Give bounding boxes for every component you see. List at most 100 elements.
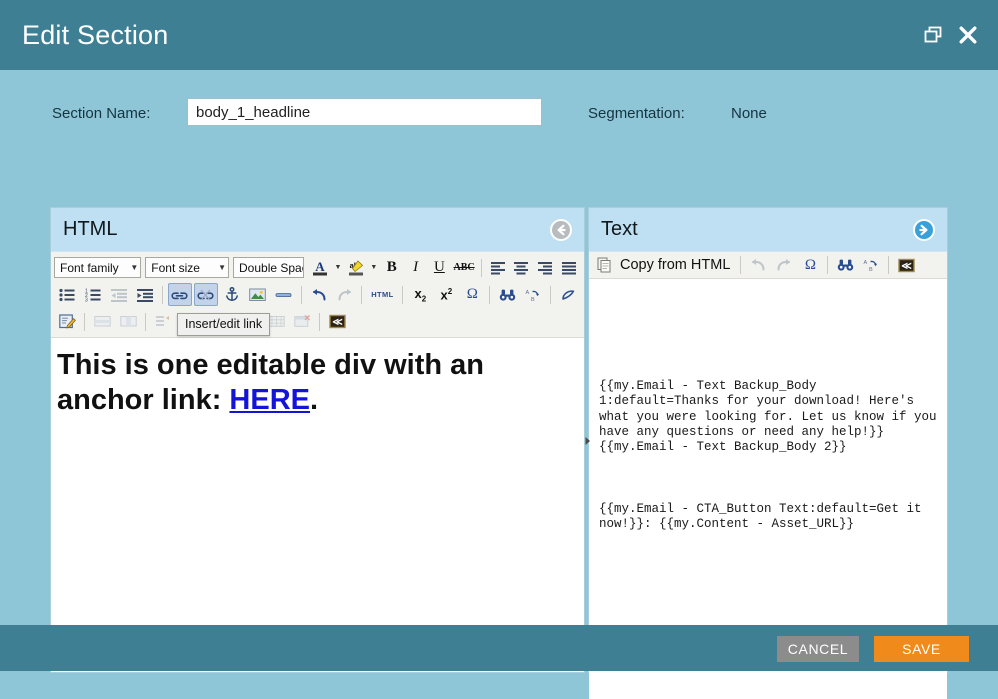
svg-text:3: 3 (85, 297, 88, 301)
find-replace-icon[interactable]: A B (521, 283, 545, 306)
align-left-button[interactable] (487, 256, 509, 279)
superscript-button[interactable]: x2 (434, 283, 458, 306)
html-content-line2-suffix: . (310, 384, 319, 417)
toolbar-separator (827, 256, 829, 274)
text-panel-title: Text (601, 218, 638, 240)
text-paragraph-2: {{my.Email - CTA_Button Text:default=Get… (599, 501, 930, 532)
copy-icon[interactable] (593, 254, 617, 277)
binoculars-icon[interactable] (495, 283, 519, 306)
outdent-button[interactable] (107, 283, 131, 306)
unlink-button[interactable] (193, 283, 218, 306)
numbered-list-button[interactable]: 1 2 3 (81, 283, 105, 306)
section-name-row: Section Name: Segmentation: None (0, 94, 998, 134)
toolbar-separator (319, 312, 320, 331)
section-name-label: Section Name: (52, 105, 151, 122)
toolbar-separator (145, 312, 146, 331)
edit-note-icon[interactable] (55, 310, 79, 333)
text-color-button[interactable]: A (309, 256, 331, 279)
svg-text:A: A (315, 259, 325, 274)
italic-button[interactable]: I (405, 256, 427, 279)
table-cell-icon[interactable] (116, 310, 140, 333)
restore-window-icon[interactable] (924, 26, 944, 44)
insert-image-icon[interactable] (246, 283, 270, 306)
segmentation-label: Segmentation: (588, 105, 685, 122)
html-editor-content[interactable]: This is one editable div with an anchor … (51, 338, 584, 648)
horizontal-rule-icon[interactable] (272, 283, 296, 306)
remove-formatting-eraser-icon[interactable] (556, 283, 580, 306)
here-anchor-link[interactable]: HERE (229, 384, 310, 416)
chevron-down-icon: ▼ (218, 263, 226, 272)
arrow-left-circle-icon[interactable] (550, 218, 572, 241)
bullet-list-button[interactable] (55, 283, 79, 306)
html-panel-header: HTML (51, 208, 584, 252)
copy-from-html-label[interactable]: Copy from HTML (620, 257, 730, 273)
html-content-line1: This is one editable div with an (57, 349, 485, 381)
background-color-button[interactable]: ab (345, 256, 367, 279)
window-controls (924, 25, 978, 45)
redo-button[interactable] (772, 254, 796, 277)
segmentation-value[interactable]: None (731, 105, 767, 122)
line-spacing-select[interactable]: Double Space ▼ (233, 257, 305, 278)
align-justify-button[interactable] (558, 256, 580, 279)
special-character-button[interactable]: Ω (798, 254, 822, 277)
bold-button[interactable]: B (381, 256, 403, 279)
text-editor-toolbar: Copy from HTML Ω A B ≪ (589, 252, 947, 279)
close-icon[interactable] (958, 25, 978, 45)
toolbar-separator (480, 258, 482, 277)
strikethrough-button[interactable]: ABC (452, 256, 476, 279)
toolbar-separator (489, 285, 491, 304)
anchor-icon[interactable] (220, 283, 244, 306)
text-color-dropdown[interactable]: ▼ (333, 256, 343, 279)
binoculars-icon[interactable] (833, 254, 857, 277)
html-panel: HTML Font family ▼ Font size ▼ Double Sp… (50, 207, 585, 673)
font-family-select[interactable]: Font family ▼ (54, 257, 142, 278)
html-panel-title: HTML (63, 218, 118, 240)
align-center-button[interactable] (511, 256, 533, 279)
toolbar-row-1: Font family ▼ Font size ▼ Double Space ▼… (54, 254, 581, 281)
toolbar-separator (402, 285, 404, 304)
svg-text:≪: ≪ (901, 261, 911, 272)
window-titlebar: Edit Section (0, 0, 998, 70)
splitter-arrow-icon (585, 437, 590, 445)
indent-button[interactable] (133, 283, 157, 306)
html-content-paragraph: This is one editable div with an anchor … (57, 348, 572, 419)
align-right-button[interactable] (534, 256, 556, 279)
svg-text:B: B (869, 267, 873, 272)
delete-table-icon[interactable] (290, 310, 314, 333)
edit-html-source-button[interactable]: HTML (367, 283, 397, 306)
toolbar-separator (888, 256, 890, 274)
chevron-down-icon: ▼ (130, 263, 139, 272)
font-size-value: Font size (151, 260, 200, 275)
svg-text:A: A (863, 260, 867, 266)
background-color-dropdown[interactable]: ▼ (369, 256, 379, 279)
text-content-wrapper[interactable]: {{my.Email - Text Backup_Body 1:default=… (589, 348, 947, 563)
special-character-button[interactable]: Ω (460, 283, 484, 306)
html-editor-toolbar: Font family ▼ Font size ▼ Double Space ▼… (51, 252, 584, 338)
panel-splitter-handle[interactable] (583, 430, 593, 452)
undo-button[interactable] (746, 254, 770, 277)
section-name-input[interactable] (187, 98, 542, 126)
insert-link-button[interactable] (167, 283, 192, 306)
insert-token-icon[interactable]: ≪ (325, 310, 349, 333)
find-replace-icon[interactable]: A B (859, 254, 883, 277)
cancel-button[interactable]: CANCEL (777, 636, 859, 662)
line-spacing-value: Double Space (239, 260, 303, 275)
insert-token-icon[interactable]: ≪ (894, 254, 918, 277)
insert-row-before-icon[interactable] (151, 310, 175, 333)
font-size-select[interactable]: Font size ▼ (145, 257, 229, 278)
page-title: Edit Section (22, 19, 169, 50)
html-content-line2-prefix: anchor link: (57, 384, 230, 417)
undo-button[interactable] (307, 283, 331, 306)
toolbar-separator (300, 285, 302, 304)
table-row-icon[interactable] (90, 310, 114, 333)
subscript-button[interactable]: x2 (408, 283, 432, 306)
toolbar-separator (161, 285, 163, 304)
arrow-right-circle-icon[interactable] (913, 218, 935, 241)
redo-button[interactable] (333, 283, 357, 306)
underline-button[interactable]: U (428, 256, 450, 279)
toolbar-row-3: ≪ (54, 308, 581, 335)
save-button[interactable]: SAVE (874, 636, 969, 662)
dialog-footer: CANCEL SAVE (0, 625, 998, 671)
toolbar-row-2: 1 2 3 HTML x2 x2 Ω A B (54, 281, 581, 308)
text-paragraph-1: {{my.Email - Text Backup_Body 1:default=… (599, 378, 945, 455)
